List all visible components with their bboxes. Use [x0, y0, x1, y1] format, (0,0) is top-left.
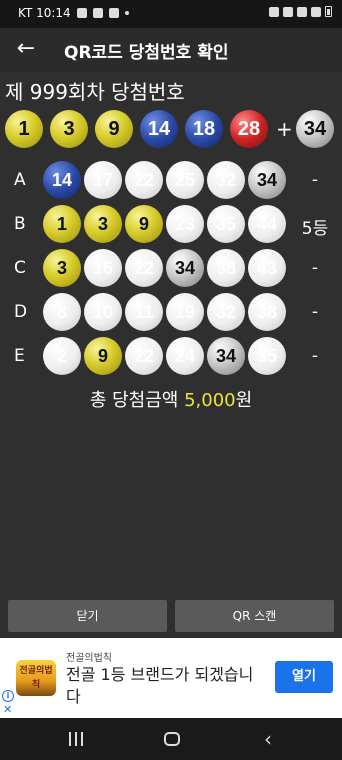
recents-icon — [69, 732, 71, 746]
game-number-ball: 19 — [166, 293, 204, 331]
signal-icon — [311, 6, 321, 17]
game-number-ball: 34 — [248, 161, 286, 199]
close-icon[interactable]: ✕ — [3, 703, 12, 716]
ad-sponsor: 전골의법칙 — [66, 653, 112, 664]
winning-number-ball: 1 — [5, 110, 43, 148]
gallery-icon — [76, 8, 87, 18]
recents-button[interactable] — [64, 728, 88, 750]
bluetooth-icon — [283, 6, 293, 17]
game-number-ball: 14 — [43, 161, 81, 199]
game-number-ball: 2 — [43, 337, 81, 375]
winning-number-ball: 14 — [140, 110, 178, 148]
total-label: 총 당첨금액 — [89, 390, 185, 411]
game-number-ball: 22 — [125, 337, 163, 375]
game-row-result: 5등 — [301, 219, 329, 239]
alarm-icon — [269, 6, 279, 17]
back-button[interactable]: ← — [12, 36, 40, 64]
game-number-ball: 24 — [166, 337, 204, 375]
game-row-label: E — [14, 346, 25, 366]
system-nav-bar: ‹ — [0, 718, 342, 760]
game-number-ball: 34 — [166, 249, 204, 287]
game-number-ball: 23 — [166, 205, 204, 243]
game-row-label: D — [14, 302, 28, 322]
game-row-label: B — [14, 214, 26, 234]
game-row-label: A — [14, 170, 26, 190]
game-number-ball: 11 — [125, 293, 163, 331]
game-number-ball: 35 — [207, 205, 245, 243]
game-number-ball: 35 — [248, 337, 286, 375]
ad-logo: 전골의법칙 — [16, 660, 56, 696]
info-icon[interactable]: i — [2, 690, 14, 702]
game-number-ball: 32 — [207, 293, 245, 331]
notification-dot-icon — [124, 11, 129, 15]
total-prize: 총 당첨금액 5,000원 — [0, 386, 342, 412]
bonus-plus: + — [276, 117, 293, 141]
game-number-ball: 43 — [248, 249, 286, 287]
game-row-label: C — [14, 258, 26, 278]
game-number-ball: 9 — [125, 205, 163, 243]
status-right — [269, 6, 332, 17]
game-number-ball: 16 — [84, 249, 122, 287]
game-number-ball: 22 — [125, 249, 163, 287]
game-number-ball: 17 — [84, 161, 122, 199]
game-number-ball: 25 — [166, 161, 204, 199]
recents-icon-bar — [81, 732, 83, 746]
game-number-ball: 10 — [84, 293, 122, 331]
game-number-ball: 1 — [43, 205, 81, 243]
ad-banner[interactable]: 전골의법칙 전골의법칙 전골 1등 브랜드가 되겠습니다 열기 i ✕ — [0, 638, 342, 718]
game-row-result: - — [311, 346, 319, 366]
ad-headline: 전골 1등 브랜드가 되겠습니다 — [66, 665, 254, 706]
app-bar: ← QR코드 당첨번호 확인 — [0, 28, 342, 72]
bonus-number-ball: 34 — [296, 110, 334, 148]
game-number-ball: 9 — [84, 337, 122, 375]
ad-open-button[interactable]: 열기 — [275, 661, 333, 693]
game-number-ball: 8 — [43, 293, 81, 331]
status-carrier-time: KT 10:14 — [18, 6, 71, 20]
game-row-result: - — [311, 170, 319, 190]
qr-scan-button[interactable]: QR 스캔 — [175, 600, 334, 632]
game-number-ball: 38 — [207, 249, 245, 287]
game-number-ball: 3 — [43, 249, 81, 287]
chevron-left-icon: ‹ — [264, 727, 272, 751]
close-button[interactable]: 닫기 — [8, 600, 167, 632]
wifi-icon — [297, 6, 307, 17]
total-amount: 5,000 — [184, 390, 236, 411]
game-number-ball: 44 — [248, 205, 286, 243]
call-icon — [108, 8, 119, 18]
game-number-ball: 22 — [125, 161, 163, 199]
home-icon — [164, 732, 180, 746]
winning-number-ball: 18 — [185, 110, 223, 148]
battery-icon — [325, 6, 332, 17]
game-number-ball: 32 — [207, 161, 245, 199]
total-unit: 원 — [235, 390, 253, 411]
game-number-ball: 38 — [248, 293, 286, 331]
winning-number-ball: 3 — [50, 110, 88, 148]
page-title: QR코드 당첨번호 확인 — [64, 43, 229, 63]
status-bar: KT 10:14 — [0, 0, 342, 28]
home-button[interactable] — [160, 728, 184, 750]
recents-icon-bar — [75, 732, 77, 746]
game-row-result: - — [311, 302, 319, 322]
winning-number-ball: 9 — [95, 110, 133, 148]
system-back-button[interactable]: ‹ — [256, 728, 280, 750]
arrow-left-icon: ← — [16, 36, 36, 61]
game-number-ball: 3 — [84, 205, 122, 243]
winning-number-ball: 28 — [230, 110, 268, 148]
status-left: KT 10:14 — [18, 6, 129, 20]
round-title: 제 999회차 당첨번호 — [5, 80, 185, 104]
game-number-ball: 34 — [207, 337, 245, 375]
message-icon — [92, 8, 103, 18]
game-row-result: - — [311, 258, 319, 278]
